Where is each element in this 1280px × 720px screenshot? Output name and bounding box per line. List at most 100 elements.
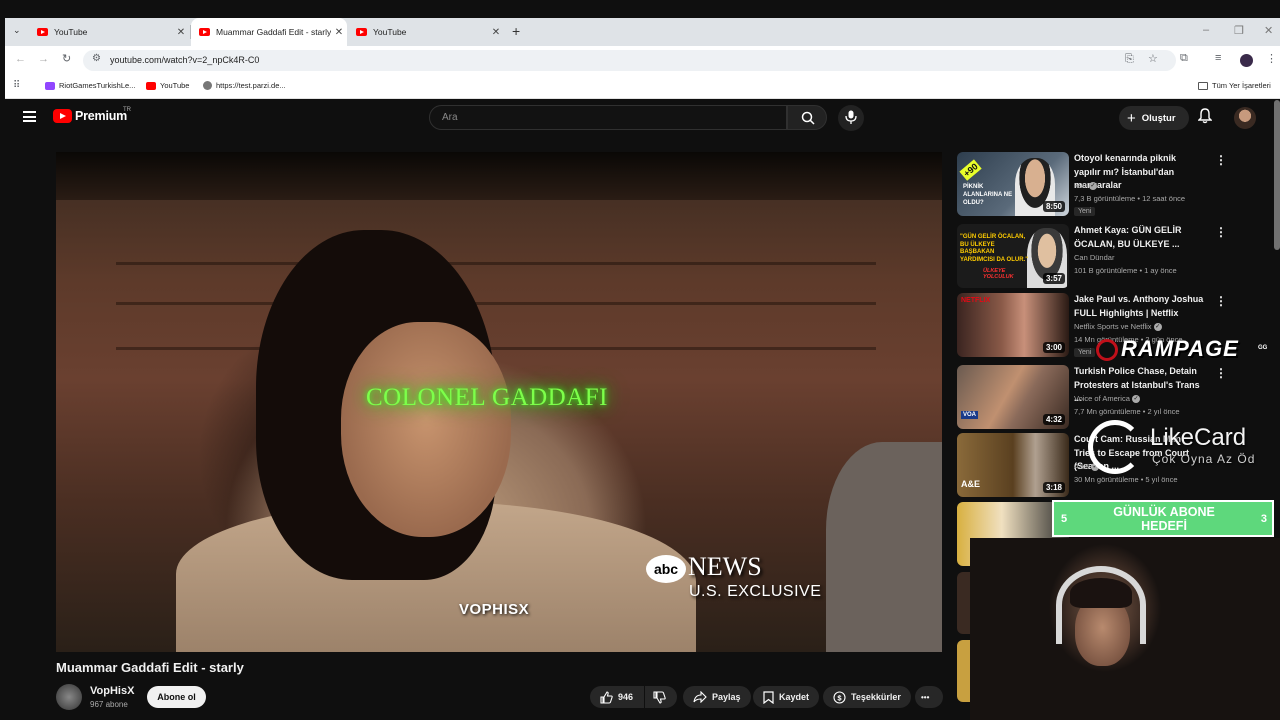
user-avatar[interactable] [1234, 107, 1256, 129]
recommendation-channel[interactable]: Voice of America ✓ [1074, 394, 1140, 404]
video-duration: 8:50 [1042, 201, 1065, 212]
browser-toolbar: ← → ↻ ⚙ youtube.com/watch?v=2_npCk4R-C0 … [5, 46, 1280, 75]
share-button[interactable]: Paylaş [683, 686, 751, 708]
share-arrow-icon [693, 691, 707, 703]
notifications-bell-icon[interactable] [1198, 108, 1212, 124]
bookmark-parzi[interactable]: https://test.parzi.de... [203, 81, 286, 90]
video-top-shadow [56, 152, 942, 200]
media-control-icon[interactable]: ≡ [1215, 52, 1221, 64]
channel-name[interactable]: VopHisX [90, 685, 134, 697]
recommendation-channel[interactable]: Netflix Sports ve Netflix ✓ [1074, 322, 1162, 332]
extensions-icon[interactable]: ⧉ [1180, 52, 1188, 65]
menu-hamburger-icon[interactable] [23, 111, 36, 122]
video-thumbnail[interactable]: VOA 4:32 [957, 365, 1069, 429]
url-text: youtube.com/watch?v=2_npCk4R-C0 [110, 55, 260, 65]
more-vert-icon[interactable]: ⋮ [1215, 367, 1227, 379]
video-duration: 3:18 [1042, 482, 1065, 493]
video-thumbnail[interactable]: +90 PİKNİK ALANLARINA NE OLDU? 8:50 [957, 152, 1069, 216]
wall-slat [116, 262, 876, 265]
more-vert-icon[interactable]: ⋮ [1215, 154, 1227, 166]
bookmark-star-icon[interactable]: ☆ [1148, 52, 1158, 65]
super-thanks-icon: $ [833, 690, 846, 704]
recommendation-item[interactable]: +90 PİKNİK ALANLARINA NE OLDU? 8:50 Otoy… [957, 152, 1257, 216]
more-vert-icon[interactable]: ⋮ [1215, 226, 1227, 238]
tab-close-icon[interactable]: ✕ [331, 27, 347, 38]
thumb-logo: A&E [961, 479, 981, 489]
more-dots-icon: ••• [921, 692, 930, 702]
youtube-premium-logo[interactable]: Premium TR [53, 107, 131, 123]
youtube-icon [146, 81, 156, 90]
country-code: TR [123, 107, 131, 113]
channel-avatar[interactable] [56, 684, 82, 710]
streamer-hair [1070, 578, 1132, 608]
subscribe-button[interactable]: Abone ol [147, 686, 206, 708]
browser-tab-3[interactable]: YouTube ✕ [348, 18, 504, 46]
tab-title: YouTube [54, 27, 88, 37]
plus-icon: + [1127, 109, 1136, 127]
all-bookmarks[interactable]: Tüm Yer İşaretleri [1198, 81, 1271, 90]
tab-title: Muammar Gaddafi Edit - starly [216, 27, 331, 37]
channel-label: Netflix Sports ve Netflix [1074, 322, 1152, 331]
voice-search-button[interactable] [838, 105, 864, 131]
video-player[interactable]: COLONEL GADDAFI abc NEWS U.S. EXCLUSIVE V… [56, 152, 942, 652]
dislike-button[interactable] [645, 686, 677, 708]
tab-search-chevron-icon[interactable]: ⌄ [13, 25, 21, 36]
microphone-icon [845, 110, 857, 124]
abc-logo-badge: abc [646, 555, 686, 584]
apps-grid-icon[interactable]: ⠿ [13, 80, 20, 91]
recommendation-channel[interactable]: Can Dündar [1074, 253, 1114, 262]
save-button[interactable]: Kaydet [753, 686, 820, 708]
recommendation-channel[interactable]: +90 ✓ [1074, 181, 1097, 191]
minimize-icon[interactable]: – [1203, 24, 1209, 36]
browser-tab-1[interactable]: YouTube ✕ [29, 18, 189, 46]
thumb-caption: PİKNİK ALANLARINA NE OLDU? [963, 184, 1013, 206]
back-arrow-icon[interactable]: ← [15, 53, 26, 65]
tab-close-icon[interactable]: ✕ [173, 27, 189, 38]
new-badge: Yeni [1074, 348, 1096, 357]
recommendation-title[interactable]: Ahmet Kaya: GÜN GELİR ÖCALAN, BU ÜLKEYE … [1074, 224, 1204, 251]
address-bar[interactable]: ⚙ youtube.com/watch?v=2_npCk4R-C0 [83, 50, 1176, 71]
twitch-icon [45, 81, 55, 90]
network-tagline: U.S. EXCLUSIVE [689, 583, 822, 600]
recommendation-meta: 7,3 B görüntüleme • 12 saat önce [1074, 194, 1186, 203]
profile-avatar-icon[interactable] [1240, 54, 1253, 67]
rampage-sponsor-logo: RAMPAGE [1096, 336, 1239, 362]
bookmark-youtube[interactable]: YouTube [146, 81, 189, 90]
bookmark-label: https://test.parzi.de... [216, 81, 286, 90]
forward-arrow-icon[interactable]: → [38, 53, 49, 65]
recommendation-meta: 7,7 Mn görüntüleme • 2 yıl önce [1074, 407, 1180, 416]
sponsor-slogan: Çok Oyna Az Öd [1152, 452, 1256, 466]
create-button[interactable]: + Oluştur [1119, 106, 1189, 130]
more-vert-icon[interactable]: ⋮ [1215, 295, 1227, 307]
reload-icon[interactable]: ↻ [62, 52, 71, 65]
search-input[interactable] [442, 112, 742, 123]
like-button[interactable]: 946 [590, 686, 644, 708]
recommendation-item[interactable]: "GÜN GELİR ÖCALAN, BU ÜLKEYE BAŞBAKAN YA… [957, 224, 1257, 288]
page-scrollbar[interactable] [1274, 100, 1280, 250]
search-button[interactable] [787, 105, 827, 130]
video-thumbnail[interactable]: A&E 3:18 [957, 433, 1069, 497]
likecard-ring-icon [1088, 420, 1142, 474]
tab-close-icon[interactable]: ✕ [488, 27, 504, 38]
new-tab-plus-icon[interactable]: + [512, 23, 520, 39]
all-bookmarks-label: Tüm Yer İşaretleri [1212, 81, 1271, 90]
browser-menu-icon[interactable]: ⋮ [1266, 52, 1277, 65]
browser-tab-2-active[interactable]: Muammar Gaddafi Edit - starly ✕ [191, 18, 347, 46]
video-thumbnail[interactable]: NETFLIX 3:00 [957, 293, 1069, 357]
video-person-face [341, 322, 511, 537]
rampage-ring-icon [1096, 339, 1118, 362]
search-box[interactable] [429, 105, 787, 130]
youtube-favicon-icon [37, 28, 48, 36]
restore-icon[interactable]: ❐ [1234, 24, 1244, 37]
install-app-icon[interactable]: ⎘ [1125, 53, 1134, 66]
create-label: Oluştur [1141, 112, 1176, 124]
video-thumbnail[interactable]: "GÜN GELİR ÖCALAN, BU ÜLKEYE BAŞBAKAN YA… [957, 224, 1069, 288]
more-actions-button[interactable]: ••• [915, 686, 943, 708]
bookmark-riotgames[interactable]: RiotGamesTurkishLe... [45, 81, 135, 90]
thanks-button[interactable]: $ Teşekkürler [823, 686, 911, 708]
close-window-icon[interactable]: ✕ [1264, 24, 1273, 37]
site-settings-icon[interactable]: ⚙ [92, 53, 101, 64]
browser-tab-strip: ⌄ YouTube ✕ Muammar Gaddafi Edit - starl… [5, 18, 1280, 46]
recommendation-title[interactable]: Jake Paul vs. Anthony Joshua FULL Highli… [1074, 293, 1204, 320]
share-label: Paylaş [712, 692, 741, 702]
